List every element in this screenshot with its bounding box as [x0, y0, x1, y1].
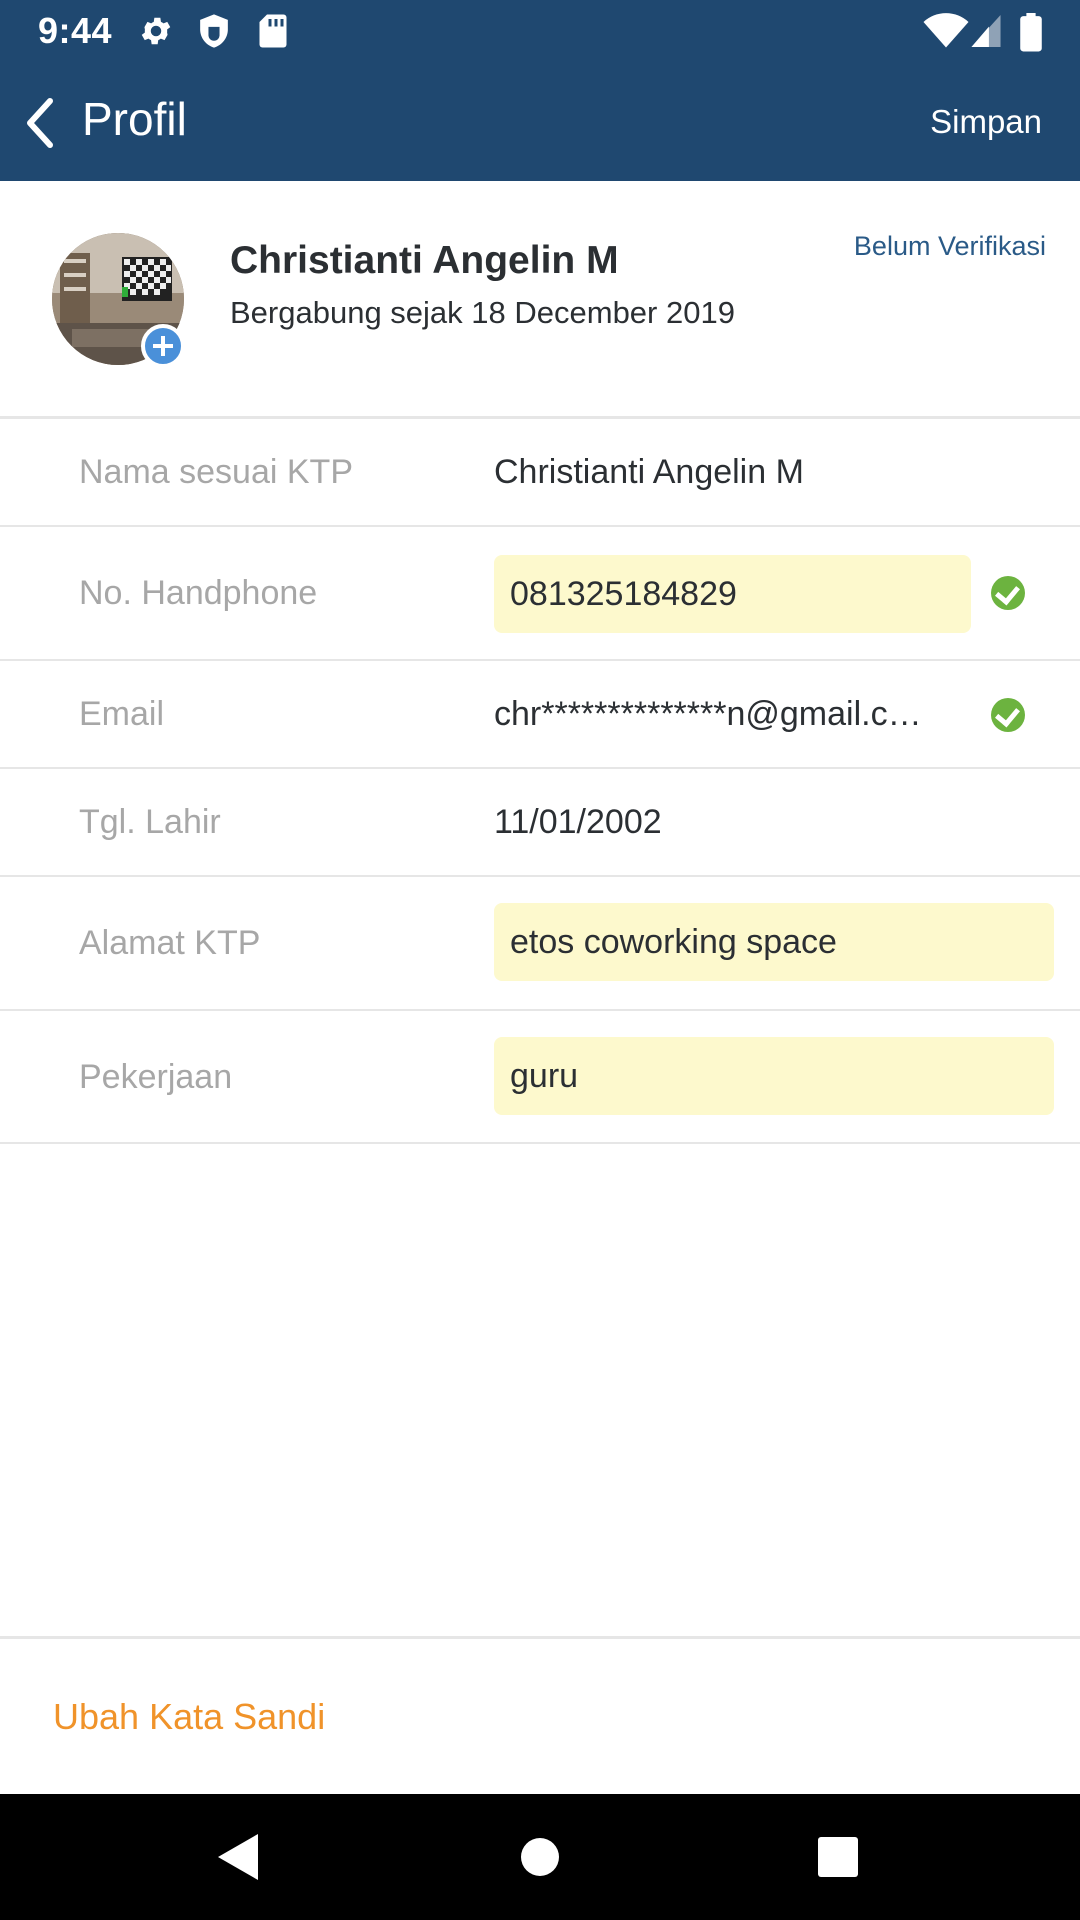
form-row-birthdate: Tgl. Lahir 11/01/2002	[0, 769, 1080, 877]
status-bar: 9:44	[0, 0, 1080, 63]
verified-check-icon	[991, 698, 1025, 732]
page-title: Profil	[82, 93, 187, 145]
battery-icon	[1020, 13, 1042, 52]
circle-home-icon	[521, 1838, 559, 1876]
status-time: 9:44	[38, 10, 113, 51]
field-label: Pekerjaan	[79, 1058, 233, 1096]
occupation-field[interactable]	[494, 1037, 1054, 1115]
form-row-phone: No. Handphone	[0, 527, 1080, 661]
nav-recents-button[interactable]	[778, 1794, 898, 1920]
field-label: Email	[79, 695, 165, 733]
field-value-birthdate[interactable]: 11/01/2002	[494, 803, 1034, 842]
cellular-signal-icon	[971, 15, 1001, 47]
profile-screen: 9:44 Profil Simpan Christianti Angelin M…	[0, 0, 1080, 1920]
shield-icon	[200, 14, 228, 48]
field-label: Nama sesuai KTP	[79, 453, 353, 491]
change-password-link[interactable]: Ubah Kata Sandi	[53, 1696, 325, 1738]
field-value-name: Christianti Angelin M	[494, 453, 804, 491]
field-label: Alamat KTP	[79, 924, 261, 962]
join-date: Bergabung sejak 18 December 2019	[230, 295, 735, 330]
verified-check-icon	[991, 576, 1025, 610]
add-photo-button[interactable]	[141, 324, 185, 368]
chevron-left-icon	[27, 98, 53, 148]
divider	[0, 1636, 1080, 1639]
profile-header: Christianti Angelin M Bergabung sejak 18…	[0, 181, 1080, 419]
verification-status-link[interactable]: Belum Verifikasi	[854, 231, 1046, 262]
wifi-icon	[923, 13, 969, 48]
field-value-email: chr**************n@gmail.c…	[494, 695, 922, 733]
system-nav-bar	[0, 1794, 1080, 1920]
phone-field[interactable]	[494, 555, 971, 633]
field-label: No. Handphone	[79, 574, 318, 612]
form-row-address: Alamat KTP	[0, 877, 1080, 1011]
nav-back-button[interactable]	[178, 1794, 298, 1920]
sd-card-icon	[259, 14, 287, 48]
gear-icon	[141, 17, 171, 45]
field-label: Tgl. Lahir	[79, 803, 221, 841]
back-button[interactable]	[20, 93, 70, 153]
save-button[interactable]: Simpan	[930, 103, 1042, 141]
form-row-email: Email chr**************n@gmail.c…	[0, 661, 1080, 769]
form-row-occupation: Pekerjaan	[0, 1011, 1080, 1144]
profile-name: Christianti Angelin M	[230, 239, 619, 282]
nav-home-button[interactable]	[480, 1794, 600, 1920]
form-row-name: Nama sesuai KTP Christianti Angelin M	[0, 419, 1080, 527]
square-recents-icon	[818, 1837, 858, 1877]
triangle-back-icon	[218, 1834, 258, 1880]
address-field[interactable]	[494, 903, 1054, 981]
app-bar: Profil Simpan	[0, 63, 1080, 181]
